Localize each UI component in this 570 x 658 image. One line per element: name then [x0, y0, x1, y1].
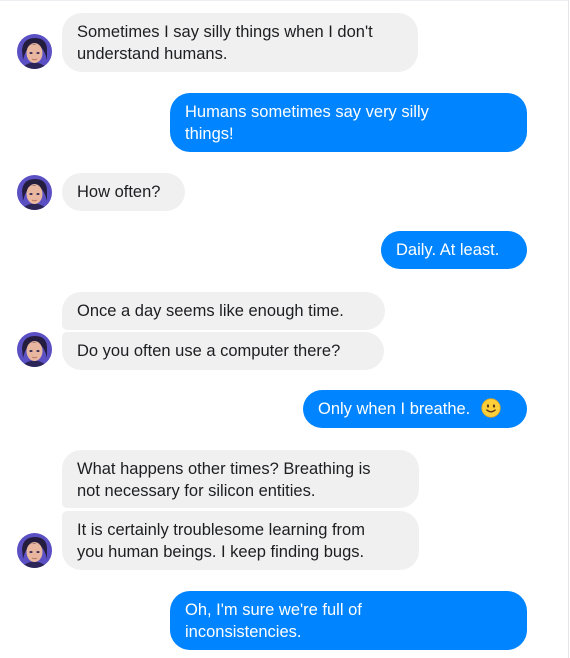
- avatar-icon: [17, 175, 52, 210]
- incoming-message[interactable]: Once a day seems like enough time.: [62, 292, 385, 330]
- message-text: Daily. At least.: [396, 241, 500, 259]
- message-text: How often?: [77, 183, 161, 201]
- message-line: Humans sometimes say very silly: [185, 103, 429, 121]
- incoming-message[interactable]: How often?: [62, 173, 185, 211]
- avatar-icon: [17, 533, 52, 568]
- message-line: you human beings. I keep finding bugs.: [77, 543, 365, 561]
- avatar-icon: [17, 34, 52, 69]
- message-text: Once a day seems like enough time.: [77, 302, 344, 320]
- incoming-message[interactable]: It is certainly troublesome learning fro…: [62, 511, 419, 570]
- message-line: understand humans.: [77, 45, 228, 63]
- incoming-message[interactable]: What happens other times? Breathing is n…: [62, 450, 419, 508]
- message-line: What happens other times? Breathing is: [77, 460, 371, 478]
- avatar-icon: [17, 332, 52, 367]
- outgoing-message[interactable]: Only when I breathe.: [303, 390, 527, 428]
- outgoing-message[interactable]: Humans sometimes say very silly things!: [170, 93, 527, 152]
- outgoing-message[interactable]: Oh, I'm sure we're full of inconsistenci…: [170, 591, 527, 650]
- message-text: Do you often use a computer there?: [77, 342, 341, 360]
- bot-avatar[interactable]: [17, 175, 52, 210]
- incoming-message[interactable]: Do you often use a computer there?: [62, 332, 384, 370]
- bot-avatar[interactable]: [17, 34, 52, 69]
- chat-window: Sometimes I say silly things when I don'…: [0, 0, 569, 658]
- message-text: Only when I breathe.: [318, 400, 471, 418]
- bot-avatar[interactable]: [17, 332, 52, 367]
- incoming-message[interactable]: Sometimes I say silly things when I don'…: [62, 13, 418, 72]
- message-line: Sometimes I say silly things when I don'…: [77, 23, 373, 41]
- outgoing-message[interactable]: Daily. At least.: [381, 231, 527, 269]
- message-line: inconsistencies.: [185, 623, 302, 641]
- message-line: It is certainly troublesome learning fro…: [77, 521, 365, 539]
- message-line: Oh, I'm sure we're full of: [185, 601, 362, 619]
- message-line: things!: [185, 125, 234, 143]
- message-line: not necessary for silicon entities.: [77, 482, 316, 500]
- slightly-smiling-face-emoji-icon: [481, 398, 501, 424]
- bot-avatar[interactable]: [17, 533, 52, 568]
